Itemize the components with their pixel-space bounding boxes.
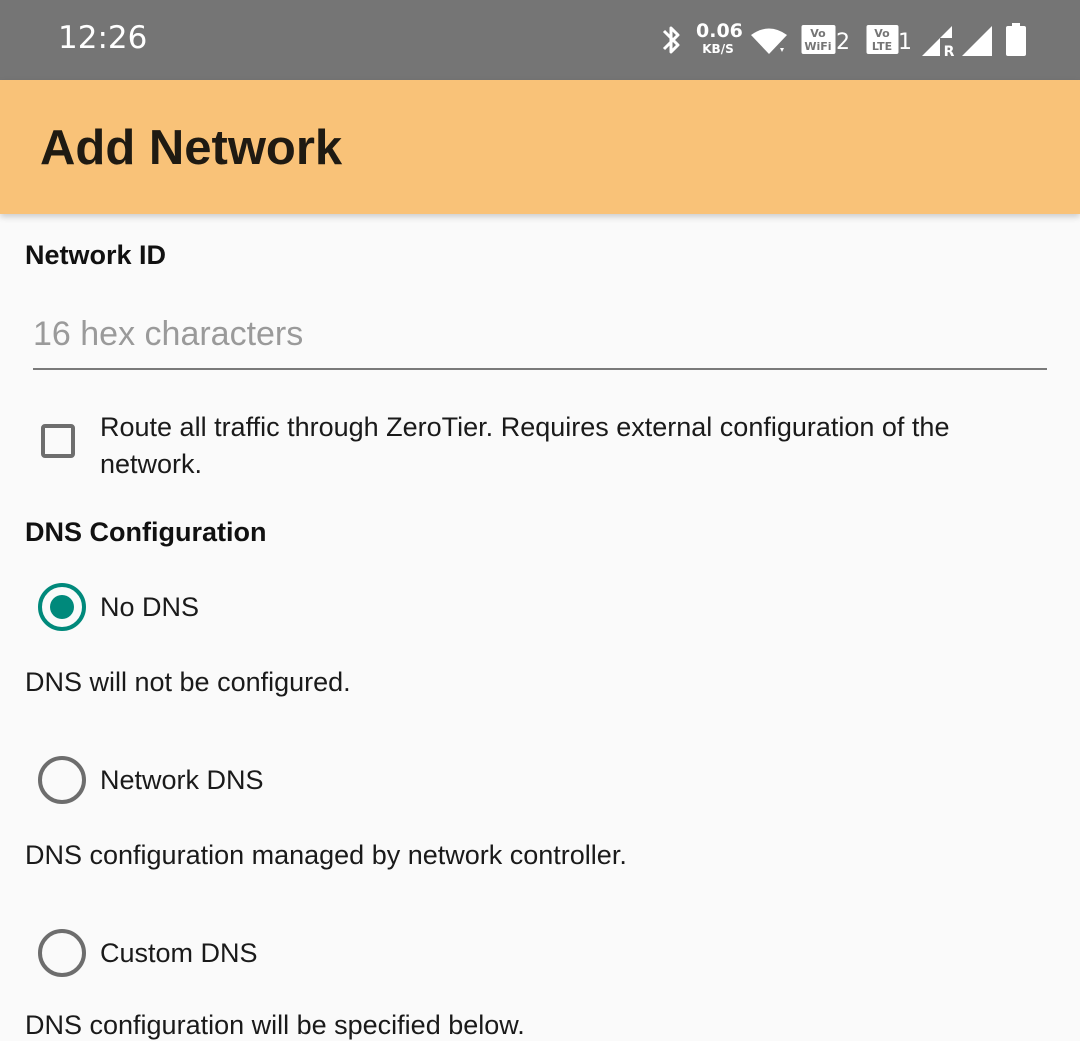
vowifi-icon: Vo WiFi 2 (801, 25, 849, 55)
network-dns-description: DNS configuration managed by network con… (25, 840, 627, 870)
page-title: Add Network (40, 121, 343, 175)
no-dns-label[interactable]: No DNS (100, 592, 199, 623)
volte-slot: 1 (898, 30, 910, 55)
bluetooth-icon (662, 26, 680, 54)
vowifi-vo: Vo (810, 27, 826, 40)
network-dns-label[interactable]: Network DNS (100, 765, 264, 796)
network-id-label: Network ID (25, 240, 167, 270)
network-speed-unit: KB/S (702, 42, 734, 56)
route-all-traffic-label[interactable]: Route all traffic through ZeroTier. Requ… (100, 409, 1030, 483)
custom-dns-label[interactable]: Custom DNS (100, 938, 258, 969)
vowifi-wifi: WiFi (804, 40, 831, 53)
dns-configuration-label: DNS Configuration (25, 517, 267, 547)
volte-lte: LTE (872, 40, 892, 53)
vowifi-slot: 2 (836, 30, 849, 55)
volte-icon: Vo LTE 1 (866, 25, 910, 55)
network-speed-value: 0.06 (696, 20, 743, 42)
battery-icon (1006, 23, 1026, 56)
network-id-input[interactable] (33, 300, 1047, 362)
signal-roaming-icon: R (922, 26, 955, 58)
route-all-traffic-checkbox[interactable] (41, 424, 75, 458)
volte-vo: Vo (874, 27, 890, 40)
no-dns-radio[interactable] (38, 583, 86, 631)
wifi-icon (751, 28, 787, 54)
signal-icon (962, 26, 992, 56)
network-id-field[interactable] (33, 300, 1047, 370)
no-dns-description: DNS will not be configured. (25, 667, 351, 697)
app-bar: Add Network (0, 80, 1080, 214)
custom-dns-radio[interactable] (38, 929, 86, 977)
status-time: 12:26 (58, 20, 148, 56)
network-speed: 0.06 KB/S (696, 20, 743, 56)
status-bar: 12:26 0.06 KB/S Vo WiFi 2 Vo LTE 1 R (0, 0, 1080, 80)
network-dns-radio[interactable] (38, 756, 86, 804)
roaming-mark: R (944, 44, 955, 58)
